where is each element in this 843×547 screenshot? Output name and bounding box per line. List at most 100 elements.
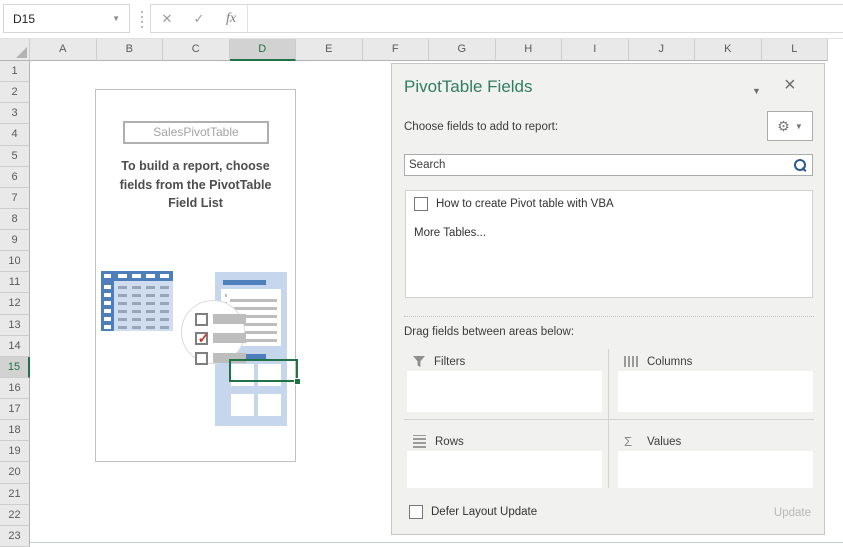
row-header-6[interactable]: 6	[0, 166, 30, 188]
row-header-10[interactable]: 10	[0, 251, 30, 273]
enter-icon[interactable]: ✓	[183, 11, 215, 27]
row-header-15[interactable]: 15	[0, 356, 30, 378]
column-header-J[interactable]: J	[628, 39, 695, 61]
row-header-16[interactable]: 16	[0, 377, 30, 399]
choose-fields-label: Choose fields to add to report:	[404, 121, 559, 133]
areas-horizontal-divider	[404, 419, 814, 420]
area-label-values: Values	[647, 435, 682, 448]
insert-function-icon[interactable]: fx	[215, 11, 247, 27]
column-header-I[interactable]: I	[562, 39, 629, 61]
row-header-5[interactable]: 5	[0, 145, 30, 167]
illustration-checkbox	[195, 313, 208, 326]
name-box-dropdown-icon[interactable]: ▼	[112, 14, 129, 23]
columns-icon	[624, 356, 638, 367]
fill-handle[interactable]	[294, 378, 301, 385]
defer-label: Defer Layout Update	[431, 506, 538, 518]
name-box[interactable]: D15 ▼	[3, 4, 130, 33]
pane-close-icon[interactable]: ×	[784, 74, 796, 97]
defer-layout-row: Defer Layout Update	[409, 505, 537, 519]
illustration-area-box	[258, 394, 281, 416]
column-header-L[interactable]: L	[761, 39, 828, 61]
column-header-H[interactable]: H	[495, 39, 562, 61]
column-header-E[interactable]: E	[296, 39, 363, 61]
column-header-C[interactable]: C	[163, 39, 230, 61]
row-header-18[interactable]: 18	[0, 420, 30, 442]
fields-list: How to create Pivot table with VBA More …	[405, 190, 813, 298]
illustration-field-bar	[213, 314, 246, 324]
columns-dropzone[interactable]	[618, 371, 813, 412]
illustration-checkbox	[195, 352, 208, 365]
row-header-17[interactable]: 17	[0, 399, 30, 421]
row-header-20[interactable]: 20	[0, 462, 30, 484]
illustration-checkbox-checked: ✓	[195, 330, 210, 346]
search-input[interactable]: Search	[404, 154, 813, 176]
column-header-G[interactable]: G	[429, 39, 496, 61]
more-tables-link[interactable]: More Tables...	[414, 227, 804, 239]
pivot-name-box[interactable]: SalesPivotTable	[123, 121, 269, 144]
formula-bar-row: D15 ▼ ✕ ✓ fx	[0, 0, 843, 38]
row-header-9[interactable]: 9	[0, 230, 30, 252]
row-header-1[interactable]: 1	[0, 61, 30, 83]
defer-checkbox[interactable]	[409, 505, 423, 519]
row-header-12[interactable]: 12	[0, 293, 30, 315]
areas-grid: Filters Columns Rows Σ Values	[407, 352, 813, 488]
row-header-4[interactable]: 4	[0, 124, 30, 146]
row-header-23[interactable]: 23	[0, 525, 30, 547]
row-header-13[interactable]: 13	[0, 314, 30, 336]
illustration-field-bar	[213, 333, 246, 343]
rows-icon	[413, 435, 426, 448]
drag-hint-label: Drag fields between areas below:	[404, 326, 575, 338]
gear-icon: ⚙	[777, 118, 790, 134]
red-check-icon: ✓	[197, 330, 210, 346]
column-header-B[interactable]: B	[96, 39, 163, 61]
row-header-11[interactable]: 11	[0, 272, 30, 294]
sigma-icon: Σ	[624, 434, 633, 449]
row-header-3[interactable]: 3	[0, 103, 30, 125]
separator-dots	[141, 10, 143, 28]
illustration-title-bar	[223, 280, 266, 285]
row-header-14[interactable]: 14	[0, 335, 30, 357]
rows-dropzone[interactable]	[407, 451, 602, 488]
excel-window: D15 ▼ ✕ ✓ fx ABCDEFGHIJKL 1 2 3 4 5 6 7 8 9 10 11 1…	[0, 0, 843, 547]
column-header-K[interactable]: K	[695, 39, 762, 61]
row-header-2[interactable]: 2	[0, 82, 30, 104]
funnel-icon	[413, 356, 425, 367]
select-all-triangle-icon	[16, 47, 27, 58]
row-header-8[interactable]: 8	[0, 208, 30, 230]
search-placeholder: Search	[409, 159, 446, 171]
name-box-value: D15	[13, 11, 36, 26]
field-label: How to create Pivot table with VBA	[436, 198, 614, 210]
row-headers: 1 2 3 4 5 6 7 8 9 10 11 12 13 14 15 16 17 18 19 20 21 22 23	[0, 61, 30, 547]
column-header-F[interactable]: F	[362, 39, 429, 61]
area-label-columns: Columns	[647, 355, 693, 368]
formula-input[interactable]	[248, 5, 843, 32]
pivot-placeholder: SalesPivotTable To build a report, choos…	[95, 89, 296, 462]
pane-options-chevron-icon[interactable]: ▼	[752, 86, 761, 96]
search-icon[interactable]	[793, 158, 807, 172]
field-checkbox[interactable]	[414, 197, 428, 211]
illustration-bullets	[225, 294, 227, 297]
window-bottom-edge	[30, 542, 843, 543]
cancel-icon[interactable]: ✕	[151, 11, 183, 27]
row-header-22[interactable]: 22	[0, 504, 30, 526]
row-header-7[interactable]: 7	[0, 187, 30, 209]
select-all-corner[interactable]	[0, 39, 30, 61]
field-item[interactable]: How to create Pivot table with VBA	[414, 197, 804, 211]
pivottable-fields-pane: PivotTable Fields ▼ × Choose fields to a…	[391, 63, 825, 535]
pane-divider	[404, 316, 814, 317]
row-header-19[interactable]: 19	[0, 441, 30, 463]
update-button[interactable]: Update	[774, 507, 811, 519]
tools-button[interactable]: ⚙ ▼	[767, 111, 813, 141]
column-header-A[interactable]: A	[30, 39, 97, 61]
chevron-down-icon: ▼	[794, 121, 803, 131]
values-dropzone[interactable]	[618, 451, 813, 488]
magnifier-illustration: ✓	[181, 300, 246, 365]
pivot-placeholder-message: To build a report, choose fields from th…	[119, 159, 272, 210]
illustration-area-box	[231, 394, 254, 416]
column-headers: ABCDEFGHIJKL	[30, 39, 828, 61]
active-cell-selection	[229, 359, 301, 385]
column-header-D[interactable]: D	[229, 39, 296, 61]
row-header-21[interactable]: 21	[0, 483, 30, 505]
filters-dropzone[interactable]	[407, 371, 602, 412]
pane-title: PivotTable Fields	[404, 77, 533, 96]
